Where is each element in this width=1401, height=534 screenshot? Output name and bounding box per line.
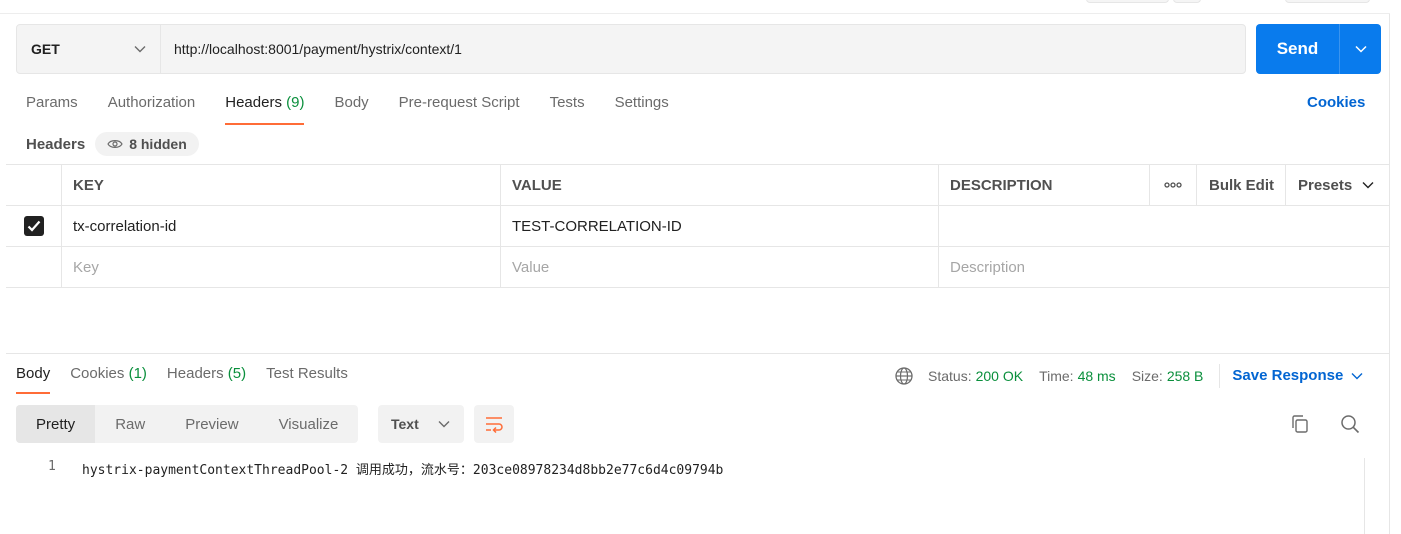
chevron-down-icon xyxy=(1354,45,1367,53)
cookies-link[interactable]: Cookies xyxy=(1307,93,1365,113)
search-icon[interactable] xyxy=(1340,414,1360,434)
hidden-count-label: 8 hidden xyxy=(129,136,187,152)
table-row-new: Key Value Description xyxy=(6,247,1390,288)
header-description-cell[interactable] xyxy=(939,206,1390,246)
header-key-cell[interactable]: tx-correlation-id xyxy=(62,206,501,246)
more-options-button[interactable] xyxy=(1150,165,1197,205)
toolbar-stub xyxy=(1173,0,1201,3)
format-visualize[interactable]: Visualize xyxy=(259,405,359,443)
header-value-cell[interactable]: TEST-CORRELATION-ID xyxy=(501,206,939,246)
chevron-down-icon xyxy=(438,421,450,428)
size-label: Size: xyxy=(1131,368,1163,384)
tab-test-results[interactable]: Test Results xyxy=(266,364,348,394)
format-selector: Pretty Raw Preview Visualize xyxy=(16,405,359,443)
globe-icon[interactable] xyxy=(894,366,914,386)
response-body-text[interactable]: hystrix-paymentContextThreadPool-2 调用成功，… xyxy=(82,459,723,478)
headers-section-header: Headers 8 hidden xyxy=(26,132,199,156)
format-pretty[interactable]: Pretty xyxy=(16,405,96,443)
new-description-input[interactable]: Description xyxy=(939,247,1390,287)
copy-icon[interactable] xyxy=(1290,414,1310,434)
time-value[interactable]: 48 ms xyxy=(1078,366,1116,386)
empty-checkbox-cell xyxy=(6,247,62,287)
method-label: GET xyxy=(31,41,60,57)
tab-response-headers[interactable]: Headers (5) xyxy=(167,364,246,394)
toolbar-stub xyxy=(1086,0,1169,3)
key-column-header: KEY xyxy=(62,165,501,205)
tab-params[interactable]: Params xyxy=(26,93,78,123)
response-tabs: Body Cookies (1) Headers (5) Test Result… xyxy=(16,364,368,394)
chevron-down-icon xyxy=(1351,373,1363,380)
save-response-button[interactable]: Save Response xyxy=(1232,366,1363,386)
status-label: Status: xyxy=(928,368,972,384)
tab-response-body[interactable]: Body xyxy=(16,364,51,394)
tab-settings[interactable]: Settings xyxy=(615,93,669,123)
format-raw[interactable]: Raw xyxy=(95,405,165,443)
tab-body[interactable]: Body xyxy=(334,93,368,123)
send-options-button[interactable] xyxy=(1340,45,1381,53)
description-column-header: DESCRIPTION xyxy=(939,165,1150,205)
meta-separator xyxy=(1219,364,1221,388)
editor-scrollbar[interactable] xyxy=(1364,458,1382,534)
toolbar-stub xyxy=(1285,0,1370,3)
format-preview[interactable]: Preview xyxy=(165,405,258,443)
value-column-header: VALUE xyxy=(501,165,939,205)
table-header-row: KEY VALUE DESCRIPTION Bulk Edit Presets xyxy=(6,165,1390,206)
presets-dropdown[interactable]: Presets xyxy=(1286,165,1390,205)
eye-icon xyxy=(107,140,123,148)
new-key-input[interactable]: Key xyxy=(62,247,501,287)
headers-section-title: Headers xyxy=(26,135,86,153)
table-row: tx-correlation-id TEST-CORRELATION-ID xyxy=(6,206,1390,247)
send-button[interactable]: Send xyxy=(1256,24,1381,74)
request-tabs: Params Authorization Headers (9) Body Pr… xyxy=(26,93,699,125)
status-value[interactable]: 200 OK xyxy=(976,366,1023,386)
bulk-edit-button[interactable]: Bulk Edit xyxy=(1197,165,1286,205)
row-enabled-checkbox[interactable] xyxy=(6,206,62,246)
hidden-headers-toggle[interactable]: 8 hidden xyxy=(95,132,199,156)
tab-headers[interactable]: Headers (9) xyxy=(225,93,305,125)
chevron-down-icon xyxy=(1362,182,1374,189)
language-select[interactable]: Text xyxy=(378,405,464,443)
wrap-lines-icon xyxy=(486,417,503,433)
time-label: Time: xyxy=(1039,368,1074,384)
headers-table: KEY VALUE DESCRIPTION Bulk Edit Presets … xyxy=(6,164,1390,288)
send-label[interactable]: Send xyxy=(1256,24,1340,74)
checkbox-column-header xyxy=(6,165,62,205)
line-number: 1 xyxy=(48,459,56,474)
tab-authorization[interactable]: Authorization xyxy=(108,93,196,123)
chevron-down-icon xyxy=(134,46,146,53)
language-label: Text xyxy=(391,416,419,432)
response-meta: Status: 200 OK Time: 48 ms Size: 258 B S… xyxy=(894,364,1363,388)
tab-response-cookies[interactable]: Cookies (1) xyxy=(70,364,147,394)
checkmark-icon[interactable] xyxy=(23,216,44,236)
headers-count: (9) xyxy=(286,94,305,111)
pane-divider[interactable] xyxy=(6,353,1390,354)
tab-tests[interactable]: Tests xyxy=(550,93,585,123)
method-select[interactable]: GET xyxy=(17,25,161,73)
size-value[interactable]: 258 B xyxy=(1167,366,1204,386)
wrap-lines-button[interactable] xyxy=(474,405,514,443)
right-border xyxy=(1389,14,1390,534)
more-icon xyxy=(1164,182,1182,188)
new-value-input[interactable]: Value xyxy=(501,247,939,287)
url-input[interactable]: http://localhost:8001/payment/hystrix/co… xyxy=(161,41,462,57)
request-url-bar: GET http://localhost:8001/payment/hystri… xyxy=(16,24,1246,74)
top-strip xyxy=(0,0,1390,14)
response-body-editor[interactable]: 1 hystrix-paymentContextThreadPool-2 调用成… xyxy=(16,459,1364,534)
tab-pre-request-script[interactable]: Pre-request Script xyxy=(399,93,520,123)
presets-label: Presets xyxy=(1298,176,1353,194)
